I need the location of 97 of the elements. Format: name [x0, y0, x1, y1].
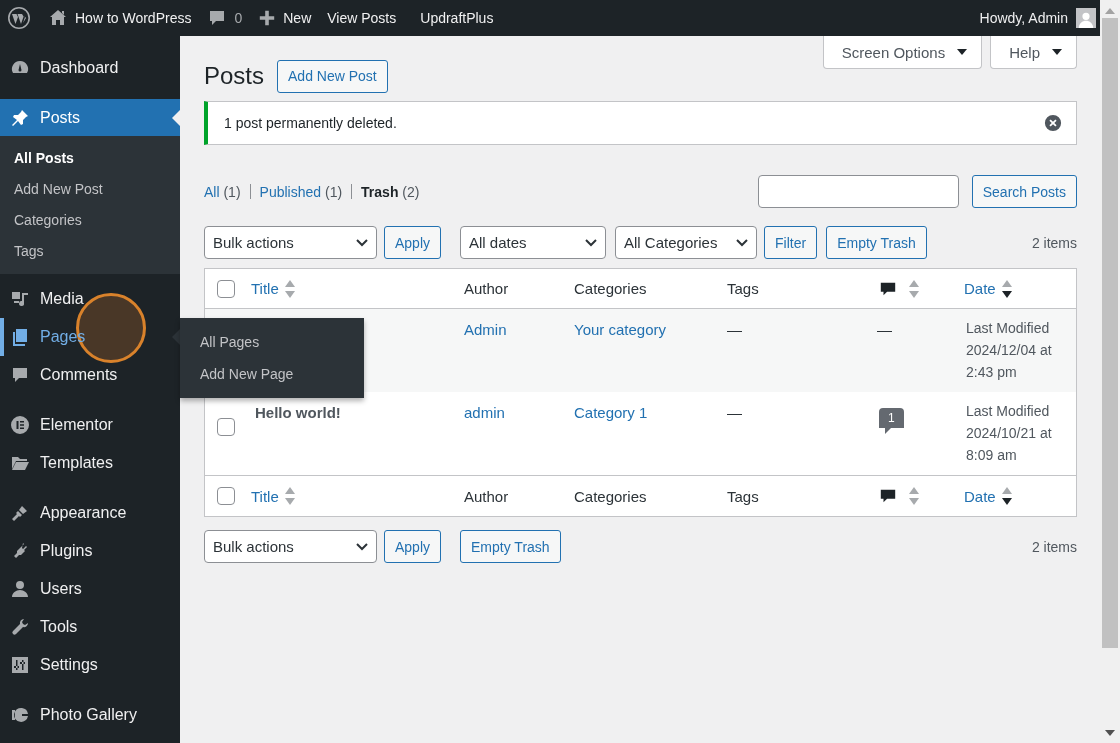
empty-trash-button[interactable]: Empty Trash: [460, 530, 561, 563]
apply-button[interactable]: Apply: [384, 226, 442, 259]
sidebar-item[interactable]: Appearance: [0, 494, 180, 532]
item-count: 2 items: [1031, 234, 1077, 251]
sort-arrows-icon[interactable]: [1001, 279, 1012, 298]
table-cell-text: —: [727, 404, 743, 421]
submenu-item[interactable]: Categories: [0, 205, 180, 236]
screen-meta-tab[interactable]: Help: [990, 36, 1077, 69]
user-icon: [10, 579, 30, 599]
wrench-icon: [10, 617, 30, 637]
wordpress-logo[interactable]: [7, 6, 31, 30]
submenu-item[interactable]: All Posts: [0, 143, 180, 174]
media-icon: [10, 289, 30, 309]
sidebar-item[interactable]: Tools: [0, 608, 180, 646]
new-link[interactable]: New: [283, 10, 312, 26]
column-header-link[interactable]: Date: [964, 280, 996, 297]
filter-button[interactable]: Filter: [764, 226, 818, 259]
plus-icon[interactable]: [258, 9, 277, 27]
date-cell-text: Last Modified 2024/12/04 at 2:43 pm: [966, 319, 1053, 382]
home-icon[interactable]: [48, 8, 68, 28]
user-silhouette-icon: [1077, 10, 1095, 28]
sidebar-item[interactable]: Templates: [0, 444, 180, 482]
table-cell-text: —: [877, 321, 893, 338]
search-button[interactable]: Search Posts: [971, 175, 1077, 208]
submenu-item[interactable]: All Pages: [180, 326, 364, 358]
category-link[interactable]: Category 1: [574, 404, 727, 421]
add-new-button[interactable]: Add New Post: [277, 59, 388, 93]
scroll-down-icon[interactable]: [1105, 730, 1115, 736]
close-icon[interactable]: [1044, 114, 1062, 132]
caret-icon: [1052, 49, 1062, 55]
sidebar-item[interactable]: Media: [0, 280, 180, 318]
date-filter-select[interactable]: All dates: [460, 226, 607, 259]
submenu-item[interactable]: Add New Page: [180, 358, 364, 390]
greeting-link[interactable]: Howdy, Admin: [979, 10, 1068, 26]
sort-arrows-icon[interactable]: [1001, 487, 1012, 505]
search-field[interactable]: [757, 175, 959, 208]
sidebar-item[interactable]: Plugins: [0, 532, 180, 570]
submenu-item[interactable]: Add New Post: [0, 174, 180, 205]
author-link[interactable]: Admin: [464, 321, 574, 338]
date-cell-text: Last Modified 2024/10/21 at 8:09 am: [966, 402, 1053, 465]
pointer-arrow-icon: [172, 110, 180, 126]
submenu-item[interactable]: Tags: [0, 236, 180, 267]
scroll-up-icon[interactable]: [1105, 8, 1115, 14]
sidebar-item[interactable]: Settings: [0, 646, 180, 684]
apply-button[interactable]: Apply: [384, 530, 442, 563]
checkbox[interactable]: [217, 487, 235, 505]
column-header-link[interactable]: Title: [251, 280, 279, 297]
column-header-link[interactable]: Title: [251, 487, 279, 505]
view-filter-link[interactable]: Trash (2): [361, 183, 420, 200]
avatar-icon[interactable]: [1076, 8, 1096, 28]
chevron-icon: [736, 238, 749, 247]
page-title: Posts: [204, 62, 265, 90]
sidebar-item[interactable]: Posts: [0, 99, 180, 136]
caret-icon: [957, 49, 968, 55]
toolbar-link[interactable]: UpdraftPlus: [420, 10, 494, 26]
bulk-actions-select[interactable]: Bulk actions: [204, 530, 377, 563]
column-header: Tags: [727, 487, 759, 505]
toolbar-link[interactable]: View Posts: [327, 10, 397, 26]
column-header: Tags: [727, 280, 759, 297]
comment-count-badge[interactable]: 1: [879, 408, 904, 434]
pin-icon: [10, 107, 30, 128]
comment-count[interactable]: 0: [234, 10, 243, 26]
chevron-icon: [356, 238, 368, 247]
sidebar-item[interactable]: Dashboard: [0, 49, 180, 87]
sidebar-item[interactable]: Users: [0, 570, 180, 608]
column-header: Author: [464, 487, 509, 505]
comment-icon: [10, 365, 30, 385]
chevron-icon: [585, 238, 598, 247]
chevron-icon: [356, 542, 368, 551]
column-header: Categories: [574, 487, 647, 505]
table-cell-text: —: [727, 321, 743, 338]
notice-text: 1 post permanently deleted.: [224, 115, 397, 131]
sidebar-item[interactable]: Photo Gallery: [0, 696, 180, 734]
sidebar-item[interactable]: Elementor: [0, 406, 180, 444]
screen-meta-tab[interactable]: Screen Options: [822, 36, 983, 69]
checkbox[interactable]: [217, 418, 235, 436]
category-filter-select[interactable]: All Categories: [615, 226, 758, 259]
post-title: Hello world!: [255, 404, 341, 421]
brush-icon: [10, 503, 30, 523]
category-link[interactable]: Your category: [574, 321, 727, 338]
elementor-icon: [10, 415, 30, 435]
bulk-actions-select[interactable]: Bulk actions: [204, 226, 377, 259]
view-filter-link[interactable]: Published (1): [259, 183, 343, 200]
column-header-link[interactable]: Date: [964, 487, 996, 505]
view-filter-link[interactable]: All (1): [204, 183, 241, 200]
sidebar-item[interactable]: Comments: [0, 356, 180, 394]
pages-icon: [10, 327, 30, 347]
column-header: Categories: [574, 280, 647, 297]
gallery-icon: [10, 705, 30, 725]
site-name-link[interactable]: How to WordPress: [75, 10, 192, 26]
author-link[interactable]: admin: [464, 404, 574, 421]
sliders-icon: [10, 655, 30, 675]
checkbox[interactable]: [217, 279, 235, 298]
column-header: Author: [464, 280, 509, 297]
empty-trash-button[interactable]: Empty Trash: [826, 226, 927, 259]
scrollbar-thumb[interactable]: [1102, 18, 1118, 648]
item-count: 2 items: [1031, 538, 1077, 555]
